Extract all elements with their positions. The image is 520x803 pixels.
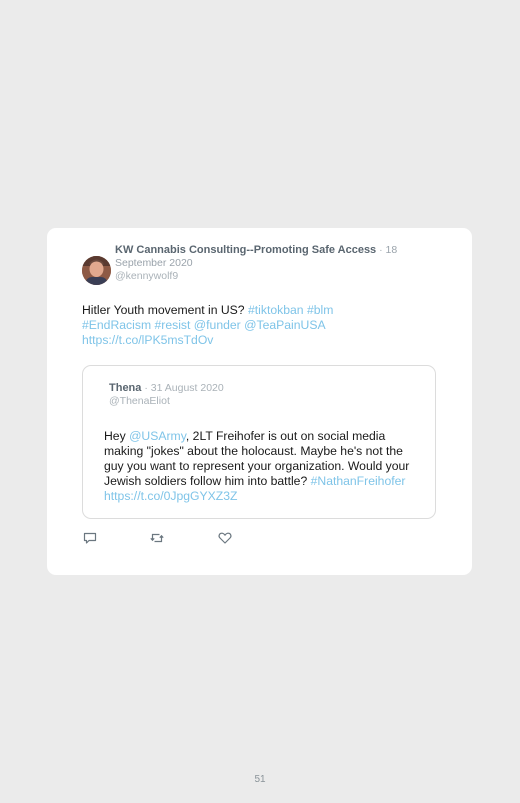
tweet-card: KW Cannabis Consulting--Promoting Safe A… — [47, 228, 472, 575]
hashtag-link[interactable]: #EndRacism — [82, 318, 151, 332]
quoted-author-handle[interactable]: @ThenaEliot — [109, 395, 224, 408]
author-name[interactable]: KW Cannabis Consulting--Promoting Safe A… — [115, 244, 376, 256]
tweet-text-part: Hitler Youth movement in US? — [82, 303, 248, 317]
separator: · — [379, 244, 383, 256]
hashtag-link[interactable]: #blm — [307, 303, 333, 317]
quoted-author-block: Thena · 31 August 2020 @ThenaEliot — [109, 382, 224, 408]
quoted-tweet-date[interactable]: 31 August 2020 — [151, 382, 224, 394]
hashtag-link[interactable]: #resist — [154, 318, 190, 332]
mention-link[interactable]: @TeaPainUSA — [244, 318, 325, 332]
avatar[interactable] — [82, 256, 111, 285]
quoted-text-part: Hey — [104, 429, 130, 443]
quoted-tweet[interactable]: Thena · 31 August 2020 @ThenaEliot Hey @… — [82, 365, 436, 519]
retweet-icon[interactable] — [149, 530, 165, 546]
url-link[interactable]: https://t.co/lPK5msTdOv — [82, 333, 213, 347]
page-number: 51 — [254, 774, 266, 785]
mention-link[interactable]: @funder — [194, 318, 241, 332]
author-handle[interactable]: @kennywolf9 — [115, 270, 425, 283]
hashtag-link[interactable]: #tiktokban — [248, 303, 304, 317]
reply-icon[interactable] — [82, 530, 98, 546]
separator: · — [144, 382, 148, 394]
mention-link[interactable]: @USArmy — [129, 429, 186, 443]
tweet-author-block: KW Cannabis Consulting--Promoting Safe A… — [115, 244, 425, 283]
tweet-text: Hitler Youth movement in US? #tiktokban … — [82, 303, 382, 348]
like-icon[interactable] — [217, 530, 233, 546]
hashtag-link[interactable]: #NathanFreihofer — [311, 474, 406, 488]
quoted-author-name[interactable]: Thena — [109, 382, 141, 394]
quoted-tweet-text: Hey @USArmy, 2LT Freihofer is out on soc… — [104, 429, 414, 504]
url-link[interactable]: https://t.co/0JpgGYXZ3Z — [104, 489, 237, 503]
